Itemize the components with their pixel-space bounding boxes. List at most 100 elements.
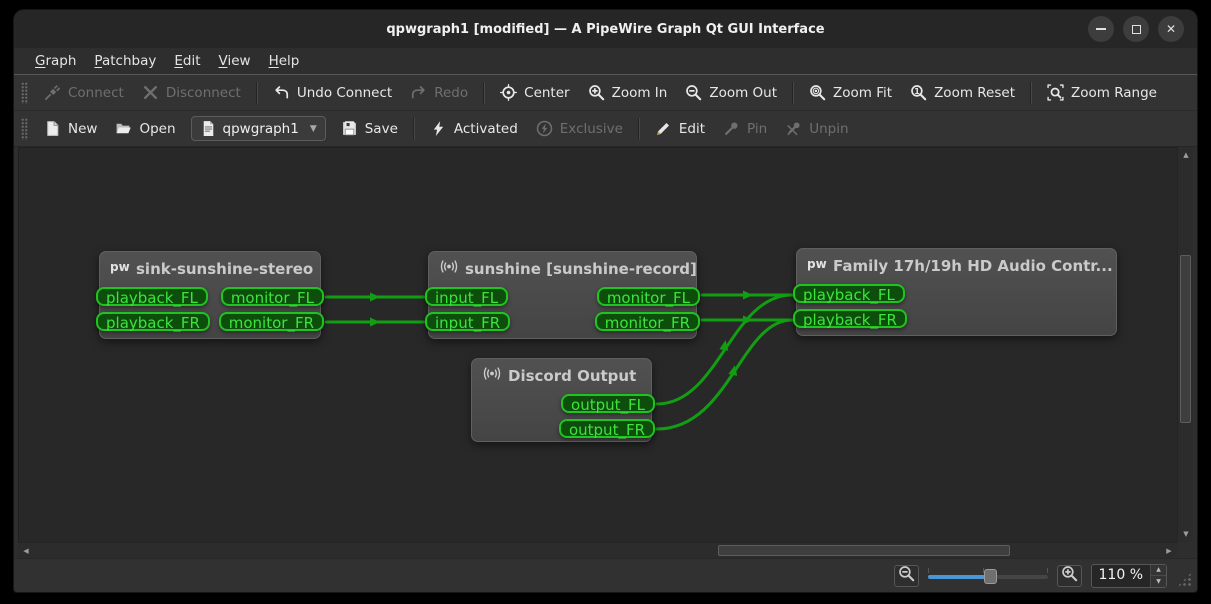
scroll-up-button[interactable]: ▲ (1178, 147, 1194, 163)
zoom-fit-icon (809, 84, 826, 101)
port-label: input_FL (435, 289, 498, 307)
toolbar-button-label: Open (139, 121, 175, 137)
unpin-icon (785, 120, 802, 137)
toolbar-button-activated[interactable]: Activated (421, 115, 527, 142)
zoom-in-icon (588, 84, 605, 101)
toolbar-button-zoom-range[interactable]: Zoom Range (1038, 79, 1166, 106)
toolbar-separator (483, 82, 485, 104)
menu-help[interactable]: Help (260, 50, 309, 72)
vertical-scrollbar-thumb[interactable] (1180, 255, 1191, 423)
node-sink-sunshine-stereo[interactable]: pwsink-sunshine-stereo playback_FLplaybac… (99, 251, 321, 339)
menu-view[interactable]: View (210, 50, 260, 72)
port-sunshine-input_FR[interactable]: input_FR (425, 312, 510, 331)
titlebar[interactable]: qpwgraph1 [modified] — A PipeWire Graph … (14, 10, 1197, 48)
port-family-hd-audio-playback_FR[interactable]: playback_FR (793, 309, 907, 328)
node-discord-output[interactable]: Discord Output output_FL output_FR (471, 358, 652, 442)
app-window: qpwgraph1 [modified] — A PipeWire Graph … (14, 10, 1197, 592)
toolbar-button-zoom-fit[interactable]: Zoom Fit (800, 79, 901, 106)
zoom-out-icon (685, 84, 702, 101)
port-label: monitor_FL (607, 289, 690, 307)
toolbar-button-label: Redo (434, 85, 468, 101)
toolbar-button-label: Disconnect (166, 85, 241, 101)
spin-up-button[interactable]: ▲ (1151, 565, 1166, 577)
port-label: playback_FL (106, 289, 198, 307)
toolbar-button-label: Zoom Out (709, 85, 777, 101)
close-icon: ✕ (1166, 22, 1176, 36)
port-discord-output-output_FR[interactable]: output_FR (559, 419, 655, 438)
toolbar-button-label: Activated (454, 121, 518, 137)
toolbar-button-center[interactable]: Center (491, 79, 578, 106)
toolbar-handle-graph[interactable] (21, 82, 28, 104)
zoom-slider-handle[interactable] (984, 569, 997, 584)
port-sunshine-input_FL[interactable]: input_FL (425, 287, 508, 306)
node-title: Discord Output (472, 359, 651, 385)
toolbar-button-zoom-out[interactable]: Zoom Out (676, 79, 786, 106)
resize-grip[interactable] (1177, 572, 1192, 587)
scroll-left-button[interactable]: ◀ (18, 543, 34, 559)
zoom-in-icon (1061, 565, 1078, 586)
window-controls: ✕ (1088, 16, 1184, 42)
save-icon (341, 120, 358, 137)
connection-arrow-icon (370, 318, 380, 327)
toolbar-button-zoom-in[interactable]: Zoom In (579, 79, 677, 106)
maximize-button[interactable] (1123, 16, 1149, 42)
minimize-button[interactable] (1088, 16, 1114, 42)
horizontal-scrollbar[interactable]: ◀ ▶ (18, 542, 1177, 558)
toolbar-button-zoom-reset[interactable]: 1Zoom Reset (901, 79, 1024, 106)
stream-icon (438, 259, 460, 278)
node-title: pwsink-sunshine-stereo (100, 252, 320, 278)
toolbar-button-connect: Connect (35, 79, 133, 106)
spin-down-button[interactable]: ▼ (1151, 576, 1166, 587)
menu-edit[interactable]: Edit (165, 50, 209, 72)
scroll-down-button[interactable]: ▼ (1178, 526, 1194, 542)
status-zoom-out-button[interactable] (894, 565, 919, 587)
toolbar-button-label: Unpin (809, 121, 848, 137)
menu-patchbay[interactable]: Patchbay (85, 50, 165, 72)
patchbay-profile-combobox[interactable]: qpwgraph1▼ (191, 116, 326, 141)
pipewire-icon: pw (109, 259, 131, 278)
toolbar-button-redo: Redo (401, 79, 477, 106)
connections-layer (19, 148, 1177, 542)
port-label: playback_FR (106, 314, 200, 332)
toolbar-button-new[interactable]: New (35, 115, 106, 142)
node-sunshine[interactable]: sunshine [sunshine-record]input_FLinput_… (428, 251, 697, 339)
toolbar-button-label: Undo Connect (297, 85, 392, 101)
port-discord-output-output_FL[interactable]: output_FL (561, 394, 655, 413)
toolbar-button-label: Edit (679, 121, 705, 137)
node-family-hd-audio[interactable]: pwFamily 17h/19h HD Audio Contr...playba… (796, 248, 1117, 336)
toolbar-separator (638, 118, 640, 140)
toolbar-separator (256, 82, 258, 104)
toolbar-button-undo-connect[interactable]: Undo Connect (264, 79, 401, 106)
toolbar-handle-patchbay[interactable] (21, 118, 28, 140)
toolbar-button-label: Zoom Reset (934, 85, 1015, 101)
port-sunshine-monitor_FL[interactable]: monitor_FL (597, 287, 700, 306)
statusbar: 110 % ▲ ▼ (14, 558, 1197, 592)
port-sink-sunshine-stereo-playback_FR[interactable]: playback_FR (96, 312, 210, 331)
port-family-hd-audio-playback_FL[interactable]: playback_FL (793, 284, 905, 303)
toolbar-button-open[interactable]: Open (106, 115, 184, 142)
port-sink-sunshine-stereo-monitor_FL[interactable]: monitor_FL (221, 287, 324, 306)
port-label: playback_FR (803, 311, 897, 329)
toolbar-button-edit[interactable]: Edit (646, 115, 714, 142)
toolbar-button-label: Zoom In (612, 85, 668, 101)
status-zoom-in-button[interactable] (1057, 565, 1082, 587)
port-label: monitor_FR (229, 314, 314, 332)
stream-icon (481, 366, 503, 385)
toolbar-button-save[interactable]: Save (332, 115, 407, 142)
zoom-slider[interactable] (928, 565, 1048, 587)
port-label: monitor_FL (231, 289, 314, 307)
horizontal-scrollbar-thumb[interactable] (718, 545, 1010, 556)
menu-graph[interactable]: Graph (26, 50, 85, 72)
vertical-scrollbar[interactable]: ▲ ▼ (1177, 147, 1193, 542)
zoom-spinbox[interactable]: 110 % ▲ ▼ (1091, 564, 1167, 588)
close-button[interactable]: ✕ (1158, 16, 1184, 42)
toolbar-button-label: Save (365, 121, 398, 137)
port-label: playback_FL (803, 286, 895, 304)
slider-tick (1047, 568, 1048, 573)
zoom-range-icon (1047, 84, 1064, 101)
scroll-right-button[interactable]: ▶ (1161, 543, 1177, 559)
port-sink-sunshine-stereo-playback_FL[interactable]: playback_FL (96, 287, 208, 306)
graph-canvas[interactable]: pwsink-sunshine-stereoplayback_FLplaybac… (18, 147, 1177, 542)
port-sink-sunshine-stereo-monitor_FR[interactable]: monitor_FR (219, 312, 324, 331)
port-sunshine-monitor_FR[interactable]: monitor_FR (595, 312, 700, 331)
